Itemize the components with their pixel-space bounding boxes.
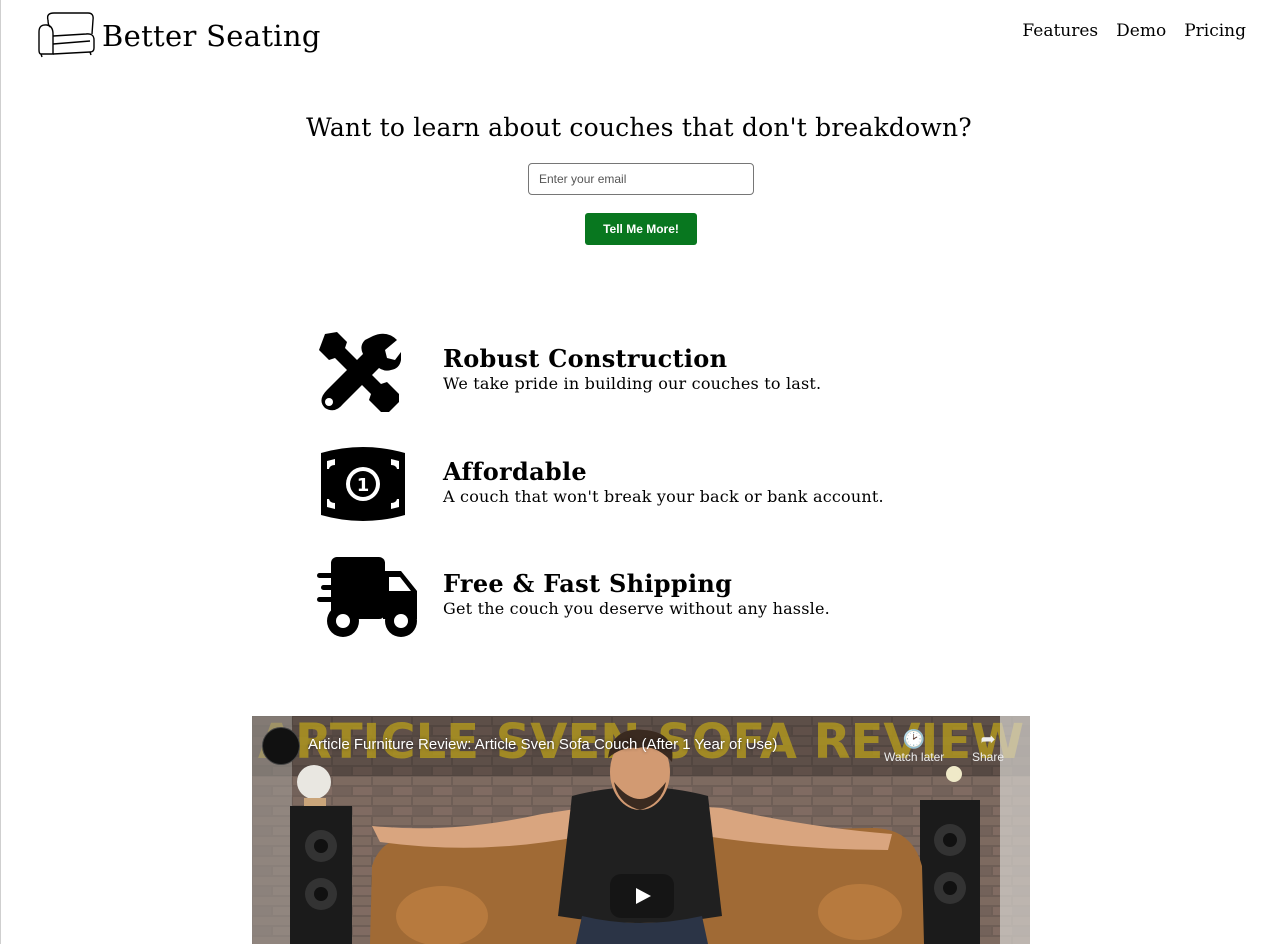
main-nav: Features Demo Pricing: [1022, 21, 1246, 41]
feature-affordable: 1 Affordable A couch that won't break yo…: [317, 447, 1017, 537]
nav-item-features[interactable]: Features: [1022, 21, 1098, 41]
hero-section: Want to learn about couches that don't b…: [1, 113, 1276, 142]
feature-text: Free & Fast Shipping Get the couch you d…: [443, 570, 830, 620]
feature-description: Get the couch you deserve without any ha…: [443, 599, 830, 618]
brand-name: Better Seating: [102, 19, 321, 53]
feature-robust-construction: Robust Construction We take pride in bui…: [317, 330, 1017, 420]
feature-title: Affordable: [443, 457, 587, 486]
watch-later-label: Watch later: [884, 750, 945, 764]
shipping-truck-icon: [317, 555, 419, 643]
play-button[interactable]: [610, 874, 674, 918]
hero-heading: Want to learn about couches that don't b…: [306, 113, 972, 142]
svg-text:1: 1: [357, 475, 370, 496]
share-label: Share: [972, 750, 1005, 764]
video-embed[interactable]: ARTICLE SVEN SOFA REVIEW Article Furnitu…: [252, 716, 1030, 944]
feature-description: We take pride in building our couches to…: [443, 374, 822, 393]
video-title[interactable]: Article Furniture Review: Article Sven S…: [308, 736, 777, 753]
watch-later-button[interactable]: 🕑 Watch later: [884, 728, 944, 764]
couch-icon: [36, 10, 96, 62]
share-button[interactable]: ➦ Share: [972, 728, 1004, 764]
money-bill-icon: 1: [317, 447, 409, 525]
site-header: Better Seating Features Demo Pricing: [1, 0, 1276, 70]
nav-item-pricing[interactable]: Pricing: [1184, 21, 1246, 41]
tools-icon: [317, 330, 402, 418]
clock-icon: 🕑: [902, 729, 926, 749]
feature-title: Robust Construction: [443, 344, 728, 373]
submit-button[interactable]: Tell Me More!: [585, 213, 697, 245]
feature-description: A couch that won't break your back or ba…: [443, 487, 884, 506]
share-arrow-icon: ➦: [980, 729, 996, 749]
email-input[interactable]: [528, 163, 754, 195]
logo[interactable]: Better Seating: [36, 10, 321, 62]
feature-free-fast-shipping: Free & Fast Shipping Get the couch you d…: [317, 555, 1017, 645]
feature-title: Free & Fast Shipping: [443, 569, 733, 598]
channel-avatar[interactable]: [262, 727, 300, 765]
feature-text: Affordable A couch that won't break your…: [443, 458, 884, 508]
feature-text: Robust Construction We take pride in bui…: [443, 345, 821, 395]
nav-item-demo[interactable]: Demo: [1116, 21, 1166, 41]
